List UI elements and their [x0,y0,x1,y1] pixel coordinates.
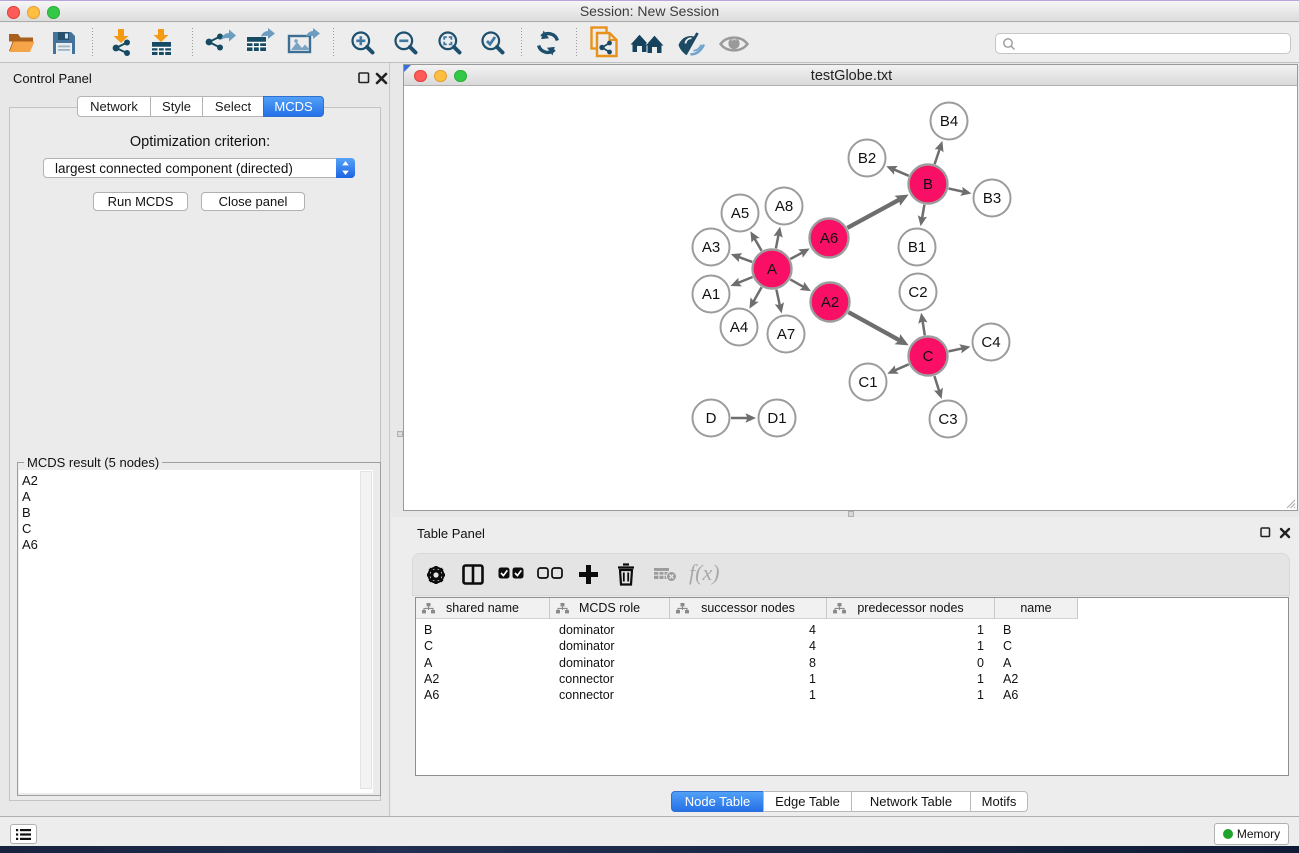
svg-text:A3: A3 [702,239,720,256]
svg-text:A6: A6 [820,230,838,247]
svg-text:A4: A4 [730,319,748,336]
svg-text:A5: A5 [731,205,749,222]
svg-text:A8: A8 [775,198,793,215]
svg-text:C4: C4 [981,334,1000,351]
svg-text:B2: B2 [858,150,876,167]
svg-text:D1: D1 [767,410,786,427]
svg-text:A2: A2 [821,294,839,311]
svg-text:B: B [923,176,933,193]
svg-text:A: A [767,261,777,278]
svg-text:B3: B3 [983,190,1001,207]
svg-text:C1: C1 [858,374,877,391]
svg-text:C3: C3 [938,411,957,428]
svg-text:D: D [706,410,717,427]
svg-text:B4: B4 [940,113,958,130]
svg-text:C2: C2 [908,284,927,301]
svg-text:C: C [923,348,934,365]
svg-text:A1: A1 [702,286,720,303]
svg-text:B1: B1 [908,239,926,256]
svg-text:A7: A7 [777,326,795,343]
